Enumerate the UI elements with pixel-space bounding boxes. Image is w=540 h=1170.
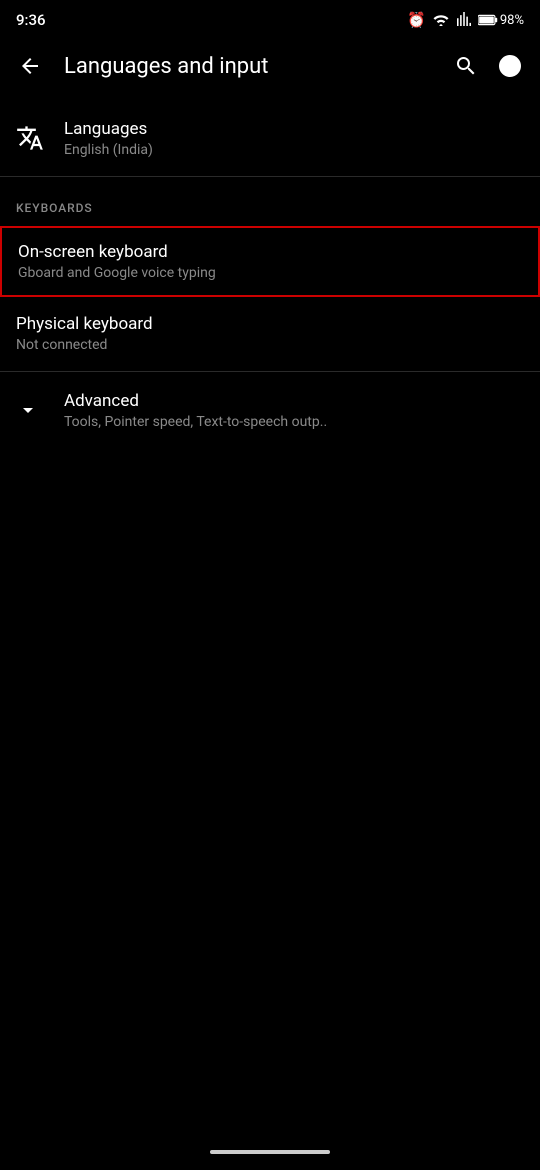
keyboards-label: KEYBOARDS [16, 201, 93, 215]
back-button[interactable] [12, 48, 48, 84]
languages-text: Languages English (India) [64, 119, 524, 158]
physical-keyboard-text: Physical keyboard Not connected [16, 314, 524, 353]
on-screen-keyboard-title: On-screen keyboard [18, 242, 522, 262]
app-bar: Languages and input [0, 36, 540, 96]
status-icons: ⏰ 98% [407, 11, 524, 30]
settings-content: Languages English (India) KEYBOARDS On-s… [0, 96, 540, 452]
wifi-icon [432, 11, 450, 30]
page-title: Languages and input [64, 54, 432, 79]
status-bar: 9:36 ⏰ 98% [0, 0, 540, 36]
physical-keyboard-title: Physical keyboard [16, 314, 524, 334]
languages-title: Languages [64, 119, 524, 139]
physical-keyboard-subtitle: Not connected [16, 337, 524, 353]
advanced-text: Advanced Tools, Pointer speed, Text-to-s… [64, 391, 524, 430]
status-time: 9:36 [16, 11, 46, 29]
alarm-icon: ⏰ [407, 11, 426, 29]
help-button[interactable] [492, 48, 528, 84]
on-screen-keyboard-item[interactable]: On-screen keyboard Gboard and Google voi… [0, 226, 540, 297]
on-screen-keyboard-text: On-screen keyboard Gboard and Google voi… [18, 242, 522, 281]
advanced-subtitle: Tools, Pointer speed, Text-to-speech out… [64, 414, 524, 430]
translate-icon [16, 124, 64, 152]
app-bar-actions [448, 48, 528, 84]
languages-subtitle: English (India) [64, 142, 524, 158]
physical-keyboard-item[interactable]: Physical keyboard Not connected [0, 299, 540, 367]
on-screen-keyboard-subtitle: Gboard and Google voice typing [18, 265, 522, 281]
advanced-item[interactable]: Advanced Tools, Pointer speed, Text-to-s… [0, 376, 540, 444]
search-button[interactable] [448, 48, 484, 84]
signal-icon [456, 11, 472, 30]
bottom-nav-indicator [210, 1150, 330, 1154]
divider-2 [0, 371, 540, 372]
advanced-title: Advanced [64, 391, 524, 411]
battery-icon: 98% [478, 13, 524, 28]
keyboards-section-header: KEYBOARDS [0, 181, 540, 224]
languages-item[interactable]: Languages English (India) [0, 104, 540, 172]
chevron-down-icon [16, 398, 64, 422]
battery-percent: 98% [500, 13, 524, 28]
divider-1 [0, 176, 540, 177]
